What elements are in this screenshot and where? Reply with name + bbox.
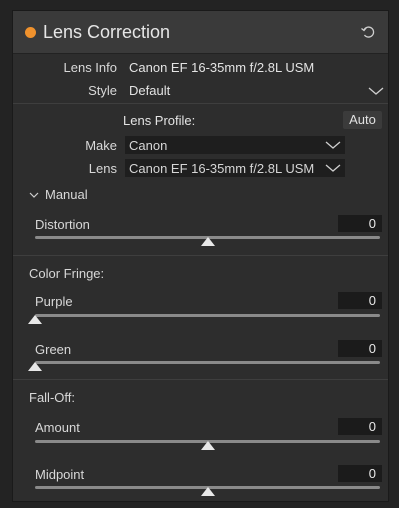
manual-collapse-chevron-icon[interactable] xyxy=(29,191,39,199)
purple-slider-track[interactable] xyxy=(35,314,380,317)
distortion-label: Distortion xyxy=(35,217,90,232)
distortion-value-field[interactable]: 0 xyxy=(338,215,382,232)
amount-value-field[interactable]: 0 xyxy=(338,418,382,435)
lens-info-value: Canon EF 16-35mm f/2.8L USM xyxy=(129,60,315,75)
lens-profile-label: Lens Profile: xyxy=(123,113,196,128)
lens-correction-panel: Lens Correction Lens Info Canon EF 16-35… xyxy=(12,10,389,502)
style-select-value[interactable]: Default xyxy=(129,83,170,98)
style-chevron-down-icon[interactable] xyxy=(368,86,384,96)
midpoint-value-field[interactable]: 0 xyxy=(338,465,382,482)
green-value-field[interactable]: 0 xyxy=(338,340,382,357)
green-slider-track[interactable] xyxy=(35,361,380,364)
lens-info-label: Lens Info xyxy=(63,60,118,75)
divider xyxy=(13,379,388,380)
amount-label: Amount xyxy=(35,420,80,435)
purple-label: Purple xyxy=(35,294,73,309)
midpoint-label: Midpoint xyxy=(35,467,85,482)
panel-header[interactable]: Lens Correction xyxy=(13,11,388,54)
distortion-slider-thumb[interactable] xyxy=(200,237,215,246)
make-select-value: Canon xyxy=(129,138,168,153)
reset-arrow-icon[interactable] xyxy=(360,24,376,40)
amount-slider-thumb[interactable] xyxy=(200,441,215,450)
make-select[interactable]: Canon xyxy=(125,136,345,154)
lens-select[interactable]: Canon EF 16-35mm f/2.8L USM xyxy=(125,159,345,177)
midpoint-slider-thumb[interactable] xyxy=(200,487,215,496)
purple-value-field[interactable]: 0 xyxy=(338,292,382,309)
purple-slider-thumb[interactable] xyxy=(28,315,42,324)
divider xyxy=(13,103,388,104)
lens-select-value: Canon EF 16-35mm f/2.8L USM xyxy=(129,161,315,176)
make-label: Make xyxy=(85,138,117,153)
make-chevron-down-icon xyxy=(325,141,341,149)
lens-chevron-down-icon xyxy=(325,164,341,172)
fall-off-section-label: Fall-Off: xyxy=(29,390,75,405)
auto-button[interactable]: Auto xyxy=(343,111,382,129)
panel-enable-dot[interactable] xyxy=(25,27,36,38)
style-label: Style xyxy=(88,83,117,98)
green-slider-thumb[interactable] xyxy=(28,362,42,371)
manual-section-label[interactable]: Manual xyxy=(45,187,88,202)
panel-title: Lens Correction xyxy=(43,22,171,42)
lens-label: Lens xyxy=(88,161,117,176)
divider xyxy=(13,255,388,256)
color-fringe-section-label: Color Fringe: xyxy=(29,266,105,281)
green-label: Green xyxy=(35,342,72,357)
